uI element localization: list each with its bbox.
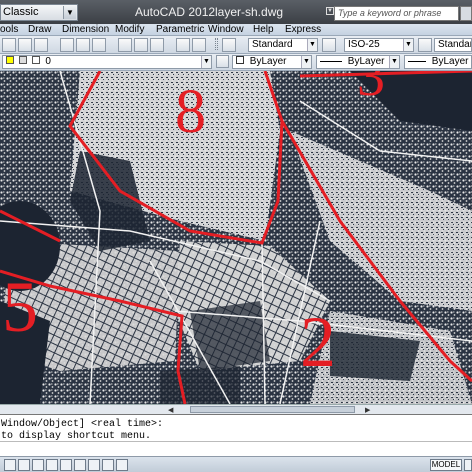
help-search-input[interactable]: Type a keyword or phrase <box>334 6 459 21</box>
tool-icon[interactable] <box>134 38 148 52</box>
toolbar-grip[interactable] <box>215 38 218 50</box>
layer-value: 0 <box>45 56 51 67</box>
dyn-icon[interactable] <box>102 459 114 471</box>
chevron-down-icon: ▼ <box>63 6 76 19</box>
tool-icon[interactable] <box>118 38 132 52</box>
line-sample-icon <box>408 60 426 62</box>
chevron-down-icon: ▼ <box>301 56 311 68</box>
linetype-value: ByLayer <box>347 56 385 67</box>
chevron-down-icon: ▼ <box>307 39 317 51</box>
dim-style-icon[interactable] <box>322 38 336 52</box>
command-line[interactable]: Window/Object] <real time>: to display s… <box>0 414 472 456</box>
polar-icon[interactable] <box>46 459 58 471</box>
color-value: ByLayer <box>249 56 287 67</box>
table-style-icon[interactable] <box>418 38 432 52</box>
lineweight-select[interactable]: ByLayer <box>404 55 472 69</box>
osnap-icon[interactable] <box>60 459 72 471</box>
scroll-right-icon[interactable]: ▶ <box>365 406 370 414</box>
tool-icon[interactable] <box>176 38 190 52</box>
command-separator <box>0 441 472 442</box>
line-sample-icon <box>320 60 342 62</box>
tool-icon[interactable] <box>76 38 90 52</box>
lineweight-value: ByLayer <box>431 56 469 67</box>
menu-window[interactable]: Window <box>208 24 244 36</box>
text-style-value: Standard <box>252 39 293 50</box>
menu-help[interactable]: Help <box>253 24 274 36</box>
city-map-drawing <box>0 71 472 404</box>
lineweight-icon[interactable] <box>116 459 128 471</box>
chevron-down-icon: ▼ <box>403 39 413 51</box>
search-icon[interactable] <box>460 6 472 21</box>
menu-bar: ools Draw Dimension Modify Parametric Wi… <box>0 24 472 36</box>
dim-style-value: ISO-25 <box>348 39 380 50</box>
layout-icon[interactable] <box>464 459 472 471</box>
app-title: AutoCAD 2012 <box>135 5 216 19</box>
menu-draw[interactable]: Draw <box>28 24 51 36</box>
status-bar: MODEL <box>0 456 472 472</box>
tool-icon[interactable] <box>18 38 32 52</box>
workspace-dropdown[interactable]: Classic ▼ <box>0 4 78 21</box>
tool-icon[interactable] <box>92 38 106 52</box>
text-style-select[interactable]: Standard ▼ <box>248 38 318 52</box>
sun-icon <box>18 56 27 64</box>
command-history-line: Window/Object] <real time>: <box>1 419 164 430</box>
make-current-icon[interactable] <box>216 55 229 68</box>
linetype-select[interactable]: ByLayer ▼ <box>316 55 400 69</box>
menu-tools[interactable]: ools <box>0 24 18 36</box>
color-swatch-icon <box>31 56 40 64</box>
drawing-canvas[interactable]: 8 5 2 3 <box>0 71 472 404</box>
grid-icon[interactable] <box>18 459 30 471</box>
chevron-down-icon: ▼ <box>389 56 399 68</box>
ducs-icon[interactable] <box>88 459 100 471</box>
tool-icon[interactable] <box>2 38 16 52</box>
otrack-icon[interactable] <box>74 459 86 471</box>
chevron-down-icon: ▼ <box>201 56 211 68</box>
workspace-label: Classic <box>3 6 39 18</box>
tool-icon[interactable] <box>150 38 164 52</box>
tool-icon[interactable] <box>192 38 206 52</box>
tool-icon[interactable] <box>60 38 74 52</box>
menu-modify[interactable]: Modify <box>115 24 144 36</box>
styles-toolbar: Standard ▼ ISO-25 ▼ Standard <box>0 36 472 54</box>
table-style-select[interactable]: Standard <box>434 38 472 52</box>
zone-label: 3 <box>357 71 385 108</box>
zone-label: 5 <box>2 267 38 347</box>
title-bar: Classic ▼ AutoCAD 2012 layer-sh.dwg ▼ Ty… <box>0 0 472 24</box>
menu-dimension[interactable]: Dimension <box>62 24 109 36</box>
horizontal-scrollbar[interactable]: ◀ ▶ <box>0 404 472 414</box>
menu-express[interactable]: Express <box>285 24 321 36</box>
model-space-toggle[interactable]: MODEL <box>430 459 462 471</box>
scroll-thumb[interactable] <box>190 406 355 413</box>
text-style-icon[interactable] <box>222 38 236 52</box>
snap-icon[interactable] <box>4 459 16 471</box>
chevron-down-icon[interactable]: ▼ <box>326 7 334 15</box>
dim-style-select[interactable]: ISO-25 ▼ <box>344 38 414 52</box>
menu-parametric[interactable]: Parametric <box>156 24 204 36</box>
zone-label: 8 <box>175 78 206 146</box>
ortho-icon[interactable] <box>32 459 44 471</box>
scroll-left-icon[interactable]: ◀ <box>168 406 173 414</box>
color-select[interactable]: ByLayer ▼ <box>232 55 312 69</box>
zone-label: 2 <box>300 302 336 382</box>
layers-properties-toolbar: 0 ▼ ByLayer ▼ ByLayer ▼ ByLayer <box>0 54 472 71</box>
lightbulb-icon <box>6 56 14 64</box>
table-style-value: Standard <box>438 39 471 50</box>
tool-icon[interactable] <box>34 38 48 52</box>
layer-select[interactable]: 0 ▼ <box>2 55 212 69</box>
color-swatch-icon <box>236 56 244 64</box>
file-name: layer-sh.dwg <box>215 5 284 19</box>
